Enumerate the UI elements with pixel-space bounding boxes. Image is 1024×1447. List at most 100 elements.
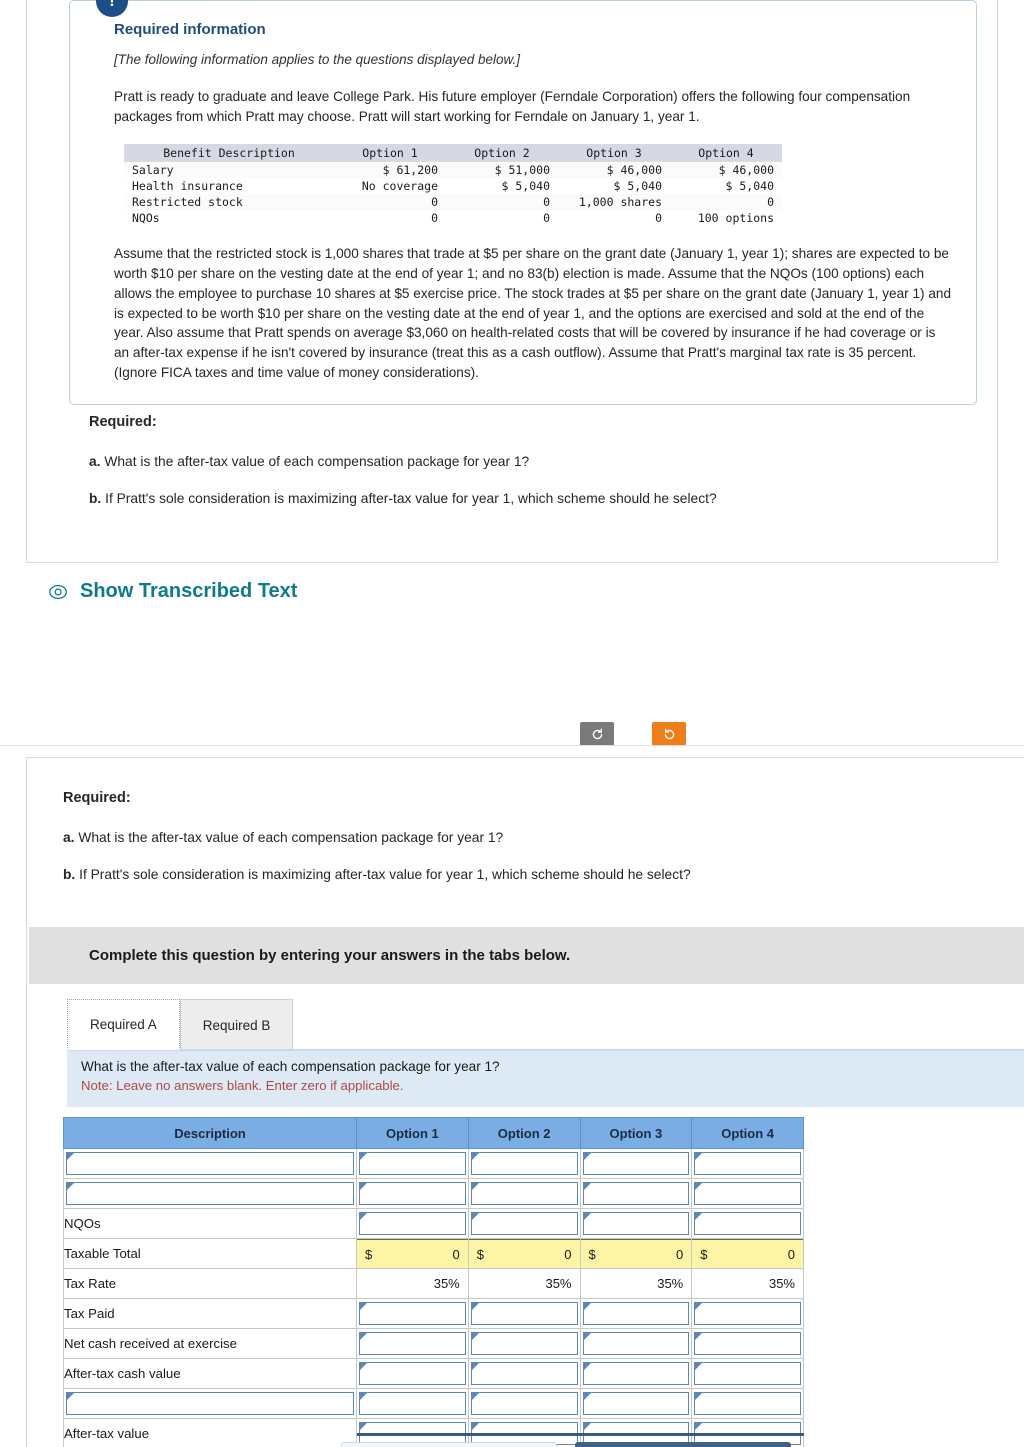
answer-cell-1-1[interactable]: [356, 1178, 469, 1209]
answer-cell-3-4: $ 0: [691, 1238, 804, 1269]
information-panel: ! Required information [The following in…: [69, 0, 977, 405]
answer-input[interactable]: [470, 1332, 578, 1355]
answer-input[interactable]: [582, 1332, 690, 1355]
answer-cell-3-2: $ 0: [467, 1238, 581, 1269]
benefit-cell: $ 51,000: [446, 162, 558, 179]
answer-input[interactable]: [694, 1302, 801, 1325]
answer-cell-6-4[interactable]: [691, 1328, 804, 1359]
answer-input[interactable]: [359, 1152, 466, 1175]
answer-input[interactable]: [694, 1152, 801, 1175]
benefit-cell: $ 5,040: [446, 178, 558, 195]
answer-input[interactable]: [582, 1182, 690, 1205]
answer-cell-8-4[interactable]: [691, 1388, 804, 1419]
answer-row-3-label: Taxable Total: [63, 1238, 357, 1269]
taxable-total-value: 0: [564, 1246, 572, 1262]
required-bottom-item-a: a. What is the after-tax value of each c…: [63, 830, 963, 845]
taxable-total-value: 0: [676, 1246, 684, 1262]
answer-row-0-label[interactable]: [63, 1148, 357, 1179]
answer-row-1-label[interactable]: [63, 1178, 357, 1209]
answer-input[interactable]: [470, 1392, 578, 1415]
undo-refresh-button[interactable]: [580, 722, 614, 746]
table-row: Tax Rate 35% 35% 35% 35%: [63, 1268, 804, 1299]
benefit-cell: $ 46,000: [558, 162, 670, 179]
answer-input[interactable]: [359, 1212, 466, 1235]
answer-cell-5-1[interactable]: [356, 1298, 469, 1329]
tab-required-b[interactable]: Required B: [179, 999, 294, 1050]
description-input-8[interactable]: [66, 1392, 354, 1415]
answer-input[interactable]: [470, 1182, 578, 1205]
answer-input[interactable]: [694, 1332, 801, 1355]
answer-cell-8-2[interactable]: [467, 1388, 581, 1419]
benefit-cell: 0: [446, 194, 558, 211]
answer-cell-7-2[interactable]: [467, 1358, 581, 1389]
answer-input[interactable]: [582, 1302, 690, 1325]
answer-cell-6-3[interactable]: [579, 1328, 693, 1359]
answer-row-5-label: Tax Paid: [63, 1298, 357, 1329]
table-row: Health insurance No coverage $ 5,040 $ 5…: [124, 178, 782, 195]
answer-cell-1-2[interactable]: [467, 1178, 581, 1209]
answer-input[interactable]: [694, 1392, 801, 1415]
answer-table-bottom-rule: [357, 1433, 804, 1436]
required-item-b: b. If Pratt's sole consideration is maxi…: [89, 491, 969, 506]
benefit-description-table: Benefit Description Option 1 Option 2 Op…: [124, 144, 782, 227]
answer-cell-1-4[interactable]: [691, 1178, 804, 1209]
answer-cell-2-4[interactable]: [691, 1208, 804, 1239]
answer-input[interactable]: [470, 1152, 578, 1175]
description-input-0[interactable]: [66, 1152, 354, 1175]
answer-cell-0-2[interactable]: [467, 1148, 581, 1179]
answer-input[interactable]: [359, 1182, 466, 1205]
answer-cell-8-1[interactable]: [356, 1388, 469, 1419]
answer-row-9-label: After-tax value: [63, 1418, 357, 1447]
previous-button-partial[interactable]: [341, 1442, 557, 1447]
answer-table-wrapper: Description Option 1 Option 2 Option 3 O…: [63, 1117, 804, 1447]
answer-input[interactable]: [359, 1302, 466, 1325]
next-button-partial[interactable]: [575, 1442, 791, 1447]
answer-cell-5-3[interactable]: [579, 1298, 693, 1329]
answer-cell-2-3[interactable]: [579, 1208, 693, 1239]
answer-cell-7-3[interactable]: [579, 1358, 693, 1389]
redo-refresh-button[interactable]: [652, 722, 686, 746]
answer-input[interactable]: [582, 1362, 690, 1385]
answer-cell-2-1[interactable]: [356, 1208, 469, 1239]
required-title-bottom: Required:: [63, 790, 131, 806]
answer-header-row: Description Option 1 Option 2 Option 3 O…: [63, 1117, 804, 1149]
answer-cell-5-2[interactable]: [467, 1298, 581, 1329]
benefit-cell: 100 options: [670, 210, 782, 227]
answer-input[interactable]: [582, 1212, 690, 1235]
answer-cell-6-2[interactable]: [467, 1328, 581, 1359]
answer-input[interactable]: [470, 1212, 578, 1235]
answer-input[interactable]: [359, 1362, 466, 1385]
tab-required-a[interactable]: Required A: [67, 999, 180, 1050]
required-bottom-b-text: If Pratt's sole consideration is maximiz…: [79, 867, 691, 882]
benefit-header-option2: Option 2: [446, 144, 558, 163]
answer-cell-0-1[interactable]: [356, 1148, 469, 1179]
answer-input[interactable]: [694, 1212, 801, 1235]
answer-input[interactable]: [694, 1182, 801, 1205]
answer-cell-1-3[interactable]: [579, 1178, 693, 1209]
answer-input[interactable]: [359, 1392, 466, 1415]
required-information-title: Required information: [114, 21, 266, 38]
question-note: Note: Leave no answers blank. Enter zero…: [81, 1078, 404, 1093]
answer-input[interactable]: [582, 1152, 690, 1175]
answer-cell-7-4[interactable]: [691, 1358, 804, 1389]
answer-input[interactable]: [582, 1392, 690, 1415]
description-input-1[interactable]: [66, 1182, 354, 1205]
answer-input[interactable]: [359, 1332, 466, 1355]
answer-input[interactable]: [470, 1362, 578, 1385]
answer-cell-0-4[interactable]: [691, 1148, 804, 1179]
answer-input[interactable]: [470, 1302, 578, 1325]
required-title: Required:: [89, 414, 157, 430]
answer-cell-2-2[interactable]: [467, 1208, 581, 1239]
tax-rate-option1: 35%: [357, 1269, 468, 1298]
taxable-total-value: 0: [452, 1246, 460, 1262]
answer-input[interactable]: [694, 1362, 801, 1385]
answer-cell-6-1[interactable]: [356, 1328, 469, 1359]
answer-cell-7-1[interactable]: [356, 1358, 469, 1389]
required-bottom-b-marker: b.: [63, 867, 76, 882]
answer-cell-0-3[interactable]: [579, 1148, 693, 1179]
answer-row-7-label: After-tax cash value: [63, 1358, 357, 1389]
answer-cell-8-3[interactable]: [579, 1388, 693, 1419]
answer-cell-5-4[interactable]: [691, 1298, 804, 1329]
show-transcribed-text-link[interactable]: Show Transcribed Text: [48, 580, 297, 603]
answer-row-8-label[interactable]: [63, 1388, 357, 1419]
